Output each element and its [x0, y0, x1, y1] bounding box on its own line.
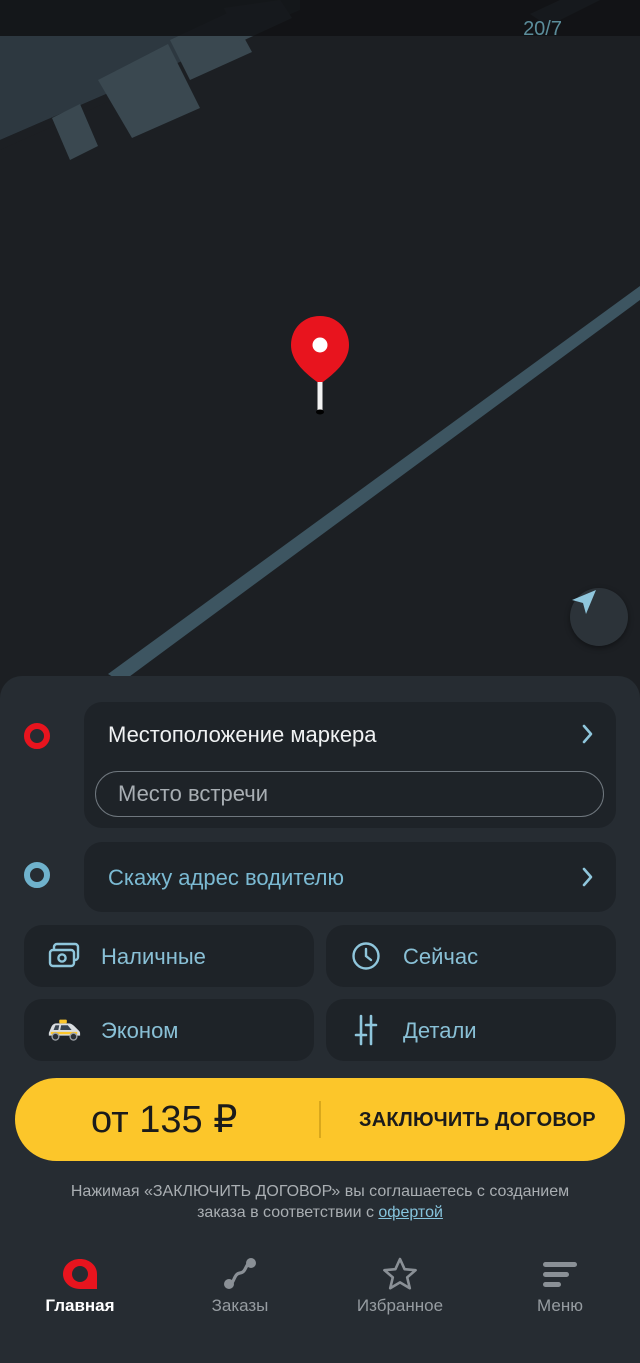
meeting-point-input[interactable] [95, 771, 604, 817]
destination-marker-icon [24, 862, 50, 888]
taxi-car-icon [46, 1013, 82, 1047]
tab-favorites-label: Избранное [356, 1296, 444, 1315]
chevron-right-icon [582, 724, 593, 744]
navigation-arrow-icon [572, 590, 596, 614]
star-icon [380, 1256, 420, 1292]
locate-me-button[interactable] [570, 588, 628, 646]
tab-menu-label: Меню [537, 1296, 583, 1315]
disclaimer-line2: заказа в соответствии с [197, 1204, 379, 1221]
route-icon [220, 1256, 260, 1292]
tariff-button[interactable]: Эконом [24, 999, 314, 1061]
bottom-nav: Главная Заказы Избранное Меню [0, 1240, 640, 1363]
tab-orders-label: Заказы [211, 1296, 269, 1315]
destination-card[interactable]: Скажу адрес водителю [84, 842, 616, 912]
payment-method-button[interactable]: Наличные [24, 925, 314, 987]
map-pin-icon [289, 314, 351, 416]
price-label: от 135 ₽ [91, 1099, 238, 1141]
clock-icon [348, 939, 384, 973]
payment-method-label: Наличные [101, 944, 206, 969]
pickup-time-label: Сейчас [403, 944, 479, 969]
origin-card[interactable]: Местоположение маркера [84, 702, 616, 828]
order-divider [319, 1101, 321, 1138]
terms-disclaimer: Нажимая «ЗАКЛЮЧИТЬ ДОГОВОР» вы соглашает… [30, 1181, 610, 1223]
destination-title: Скажу адрес водителю [108, 865, 344, 890]
tab-favorites[interactable]: Избранное [320, 1240, 480, 1330]
tab-home[interactable]: Главная [0, 1240, 160, 1330]
details-label: Детали [403, 1018, 477, 1043]
offer-link[interactable]: офертой [378, 1204, 443, 1221]
home-logo-icon [60, 1256, 100, 1292]
order-button[interactable]: от 135 ₽ ЗАКЛЮЧИТЬ ДОГОВОР [15, 1078, 625, 1161]
origin-marker-icon [24, 723, 50, 749]
menu-icon [540, 1256, 580, 1292]
cash-icon [46, 939, 82, 973]
chevron-right-icon [582, 867, 593, 887]
sliders-icon [348, 1013, 384, 1047]
house-number-label: 20/7 [523, 18, 562, 40]
tab-menu[interactable]: Меню [480, 1240, 640, 1330]
order-action-label: ЗАКЛЮЧИТЬ ДОГОВОР [359, 1109, 596, 1131]
tab-orders[interactable]: Заказы [160, 1240, 320, 1330]
tab-home-label: Главная [45, 1296, 115, 1315]
map-view[interactable]: 20/7 [0, 0, 640, 700]
pickup-time-button[interactable]: Сейчас [326, 925, 616, 987]
tariff-label: Эконом [101, 1018, 179, 1043]
details-button[interactable]: Детали [326, 999, 616, 1061]
origin-title: Местоположение маркера [108, 722, 377, 747]
disclaimer-line1: Нажимая «ЗАКЛЮЧИТЬ ДОГОВОР» вы соглашает… [70, 1183, 570, 1200]
